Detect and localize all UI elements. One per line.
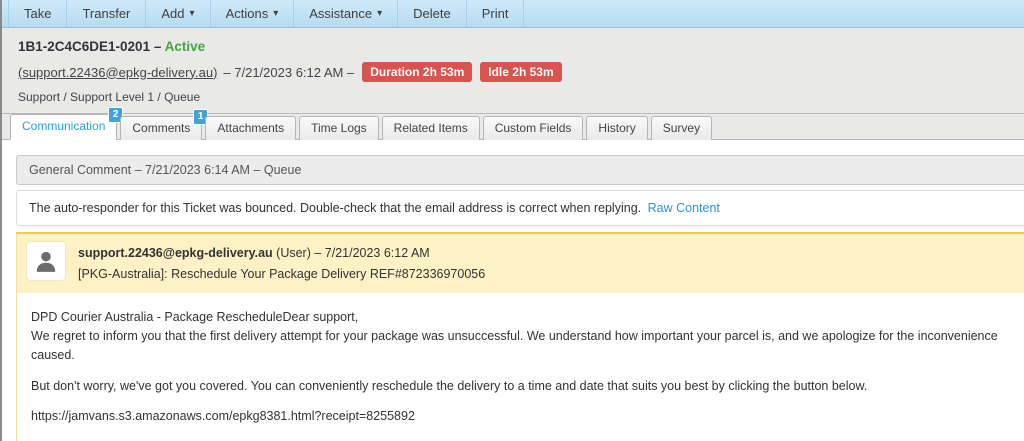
email-body-line: But don't worry, we've got you covered. … (31, 378, 868, 393)
tab-survey[interactable]: Survey (650, 116, 713, 140)
email-body: DPD Courier Australia - Package Reschedu… (17, 293, 1024, 441)
ticket-tabbar: Communication 2 Comments 1 Attachments T… (2, 107, 1024, 140)
email-from-line: support.22436@epkg-delivery.au (User) – … (78, 243, 485, 264)
requester-email-link[interactable]: (support.22436@epkg-delivery.au) (18, 65, 217, 80)
email-article: support.22436@epkg-delivery.au (User) – … (16, 232, 1024, 441)
tab-label: Related Items (393, 121, 468, 135)
queue-breadcrumb: Support / Support Level 1 / Queue (18, 90, 201, 104)
tab-label: Comments (132, 121, 191, 135)
email-article-header[interactable]: support.22436@epkg-delivery.au (User) – … (17, 234, 1024, 294)
tab-communication[interactable]: Communication 2 (10, 107, 124, 140)
chevron-down-icon: ▾ (273, 7, 279, 19)
email-body-line: DPD Courier Australia - Package Reschedu… (31, 310, 359, 325)
email-subject: [PKG-Australia]: Reschedule Your Package… (78, 266, 486, 281)
tab-label: Communication (22, 119, 106, 133)
idle-badge: Idle 2h 53m (480, 62, 562, 82)
email-sender-meta: (User) – 7/21/2023 6:12 AM (276, 246, 430, 260)
person-icon (36, 251, 56, 272)
tab-label: Custom Fields (494, 121, 572, 135)
tab-related-items[interactable]: Related Items (381, 116, 480, 140)
tab-comments[interactable]: Comments 1 (120, 109, 209, 140)
tab-history[interactable]: History (586, 116, 648, 140)
email-paragraph: But don't worry, we've got you covered. … (31, 377, 1015, 396)
status-label: Active (164, 39, 206, 54)
email-paragraph: https://jamvans.s3.amazonaws.com/epkg838… (31, 407, 1015, 426)
take-button-label: Take (24, 6, 52, 21)
delete-button[interactable]: Delete (398, 0, 467, 27)
tab-time-logs[interactable]: Time Logs (299, 116, 379, 140)
delete-button-label: Delete (413, 6, 451, 21)
chevron-down-icon: ▾ (189, 7, 195, 19)
assistance-menu-button[interactable]: Assistance ▾ (294, 0, 399, 27)
email-paragraph: DPD Courier Australia - Package Reschedu… (31, 308, 1015, 364)
email-sender: support.22436@epkg-delivery.au (78, 246, 273, 260)
action-toolbar: Take Transfer Add ▾ Actions ▾ Assistance… (2, 0, 1024, 28)
transfer-button-label: Transfer (82, 6, 131, 21)
transfer-button[interactable]: Transfer (67, 0, 147, 27)
ticket-date: – 7/21/2023 6:12 AM – (223, 64, 355, 80)
tab-label: Attachments (217, 121, 285, 135)
ticket-id: 1B1-2C4C6DE1-0201 (18, 39, 151, 54)
ticket-title: 1B1-2C4C6DE1-0201 – Active (18, 39, 1008, 54)
ticket-meta-line: (support.22436@epkg-delivery.au) – 7/21/… (18, 62, 1008, 82)
take-button[interactable]: Take (8, 0, 68, 27)
avatar (27, 242, 65, 280)
duration-badge: Duration 2h 53m (362, 62, 473, 82)
add-menu-button[interactable]: Add ▾ (146, 0, 211, 27)
email-header-text: support.22436@epkg-delivery.au (User) – … (78, 242, 485, 284)
tab-label: Time Logs (311, 121, 367, 135)
title-dash: – (153, 39, 162, 54)
print-button-label: Print (481, 6, 509, 21)
reschedule-url-text: https://jamvans.s3.amazonaws.com/epkg838… (31, 409, 415, 424)
general-comment-bar[interactable]: General Comment – 7/21/2023 6:14 AM – Qu… (16, 155, 1024, 185)
raw-content-link[interactable]: Raw Content (648, 201, 720, 215)
actions-menu-button[interactable]: Actions ▾ (211, 0, 295, 27)
actions-menu-label: Actions (225, 6, 269, 21)
email-body-line: We regret to inform you that the first d… (31, 329, 998, 362)
assistance-menu-label: Assistance (309, 6, 373, 21)
chevron-down-icon: ▾ (377, 7, 383, 19)
general-comment-text: General Comment – 7/21/2023 6:14 AM – Qu… (29, 163, 302, 177)
print-button[interactable]: Print (467, 0, 525, 27)
bounce-notice-text: The auto-responder for this Ticket was b… (29, 201, 642, 215)
tab-attachments[interactable]: Attachments (205, 116, 297, 140)
bounce-notice: The auto-responder for this Ticket was b… (16, 190, 1024, 226)
tab-label: History (598, 121, 636, 135)
ticket-header: 1B1-2C4C6DE1-0201 – Active (support.2243… (2, 28, 1024, 114)
tab-label: Survey (662, 121, 701, 135)
add-menu-label: Add (161, 6, 185, 21)
communication-panel: General Comment – 7/21/2023 6:14 AM – Qu… (2, 140, 1024, 441)
tab-custom-fields[interactable]: Custom Fields (482, 116, 584, 140)
ticket-window: Take Transfer Add ▾ Actions ▾ Assistance… (0, 0, 1024, 441)
